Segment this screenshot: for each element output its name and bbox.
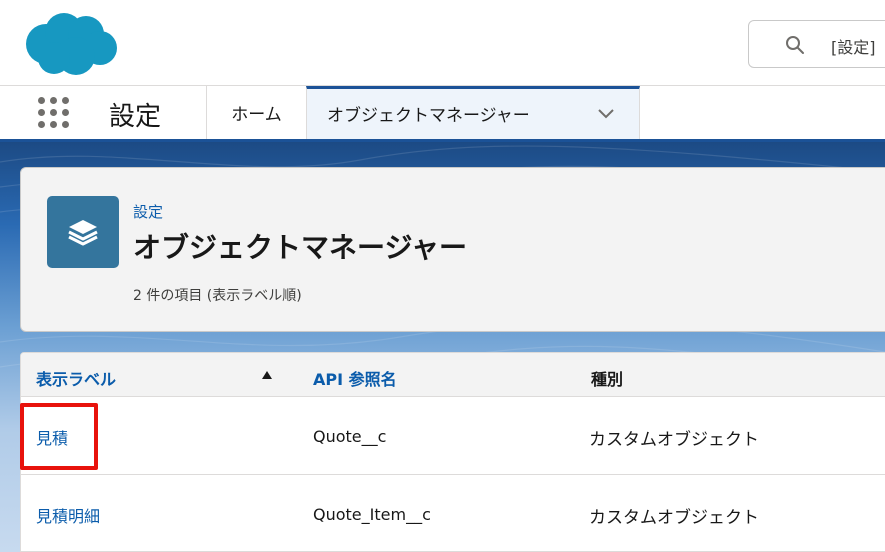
search-icon xyxy=(786,36,804,54)
search-placeholder: [設定] xyxy=(831,38,876,57)
salesforce-logo[interactable] xyxy=(24,12,118,76)
column-header-label[interactable]: 表示ラベル xyxy=(36,366,116,390)
chevron-down-icon[interactable] xyxy=(597,106,615,120)
page-title: オブジェクトマネージャー xyxy=(133,231,468,264)
type-cell: カスタムオブジェクト xyxy=(589,430,759,450)
object-manager-icon xyxy=(47,196,119,268)
api-name-cell: Quote__c xyxy=(313,427,387,446)
table-row: 見積 Quote__c カスタムオブジェクト xyxy=(21,397,885,475)
tab-home[interactable]: ホーム xyxy=(206,86,306,139)
tab-home-label: ホーム xyxy=(231,105,282,125)
sort-ascending-icon[interactable] xyxy=(261,370,273,380)
tab-object-manager[interactable]: オブジェクトマネージャー xyxy=(306,86,640,139)
type-cell: カスタムオブジェクト xyxy=(589,508,759,528)
column-header-type: 種別 xyxy=(591,370,624,389)
context-bar: 設定 ホーム オブジェクトマネージャー xyxy=(0,86,885,142)
table-row: 見積明細 Quote_Item__c カスタムオブジェクト xyxy=(21,475,885,551)
item-count: 2 件の項目 (表示ラベル順) xyxy=(133,288,302,304)
objects-table: 表示ラベル API 参照名 種別 見積 Quote__c カスタムオブジェクト … xyxy=(20,352,885,552)
table-header: 表示ラベル API 参照名 種別 xyxy=(21,353,885,397)
app-launcher-icon[interactable] xyxy=(38,97,70,129)
breadcrumb[interactable]: 設定 xyxy=(133,201,163,222)
global-header: [設定] xyxy=(0,0,885,86)
layers-icon xyxy=(68,220,98,246)
search-input[interactable]: [設定] xyxy=(748,20,885,68)
highlight-annotation xyxy=(20,403,98,470)
api-name-cell: Quote_Item__c xyxy=(313,505,431,524)
app-name: 設定 xyxy=(109,102,162,132)
object-label-link[interactable]: 見積明細 xyxy=(36,503,100,527)
page-header: 設定 オブジェクトマネージャー 2 件の項目 (表示ラベル順) xyxy=(20,167,885,332)
tab-object-manager-label: オブジェクトマネージャー xyxy=(327,106,530,126)
column-header-api-name[interactable]: API 参照名 xyxy=(313,366,397,390)
